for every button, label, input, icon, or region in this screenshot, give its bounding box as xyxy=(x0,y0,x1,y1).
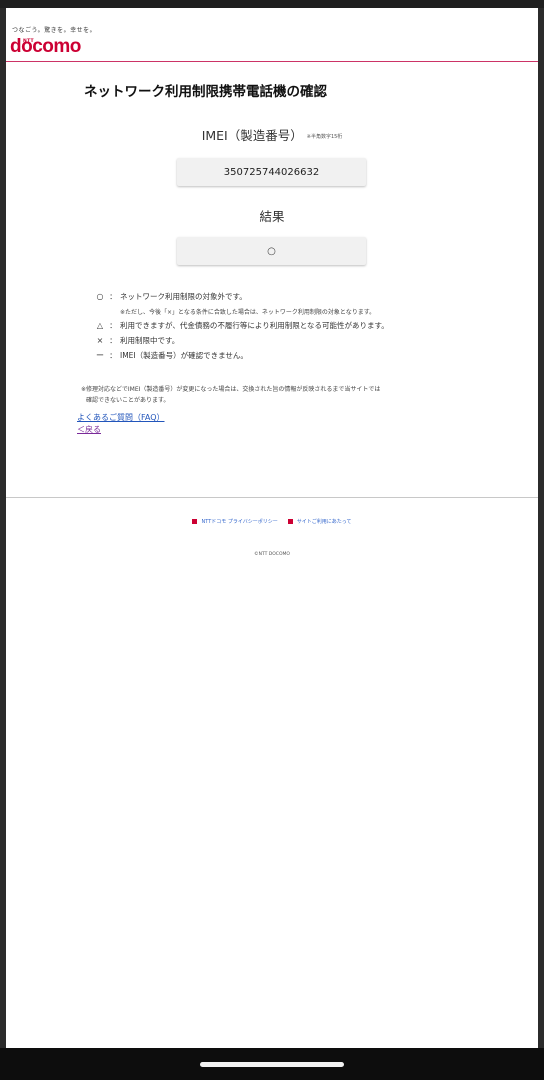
legend: ○ ： ネットワーク利用制限の対象外です。 ※ただし、今後「×」となる条件に合致… xyxy=(94,289,514,363)
site-usage-label: サイトご利用にあたって xyxy=(296,519,352,525)
footer-links: NTTドコモ プライバシーポリシー サイトご利用にあたって xyxy=(6,518,538,525)
imei-sub-label: ※半角数字15桁 xyxy=(306,134,343,140)
page-title: ネットワーク利用制限携帯電話機の確認 xyxy=(84,84,327,100)
disclaimer-line-2: 確認できないことがあります。 xyxy=(86,397,170,404)
dash-symbol: ー xyxy=(96,351,104,360)
docomo-logo[interactable]: docomo xyxy=(10,36,81,58)
site-usage-link[interactable]: サイトご利用にあたって xyxy=(287,518,352,525)
legend-colon: ： xyxy=(109,321,117,330)
imei-label-text: IMEI（製造番号） xyxy=(201,128,303,143)
privacy-policy-label: NTTドコモ プライバシーポリシー xyxy=(201,519,278,525)
legend-item-unknown: ー ： IMEI（製造番号）が確認できません。 xyxy=(94,348,514,363)
legend-colon: ： xyxy=(109,351,117,360)
copyright: ©NTT DOCOMO xyxy=(254,552,290,557)
cross-symbol: × xyxy=(96,336,104,345)
disclaimer-line-1: ※修理対応などでIMEI（製造番号）が変更になった場合は、交換された旨の情報が反… xyxy=(81,386,381,393)
site-header: つなごう。驚きを。幸せを。 NTT docomo xyxy=(6,8,538,62)
page: つなごう。驚きを。幸せを。 NTT docomo ネットワーク利用制限携帯電話機… xyxy=(6,8,538,1048)
footer-divider xyxy=(6,497,538,498)
legend-item-ok: ○ ： ネットワーク利用制限の対象外です。 xyxy=(94,289,514,304)
status-bar xyxy=(0,0,544,8)
back-link[interactable]: ＜戻る xyxy=(77,424,101,435)
privacy-policy-link[interactable]: NTTドコモ プライバシーポリシー xyxy=(192,518,278,525)
external-link-icon xyxy=(192,519,198,524)
circle-symbol: ○ xyxy=(96,292,104,301)
legend-colon: ： xyxy=(109,292,117,301)
home-indicator[interactable] xyxy=(200,1062,344,1067)
external-link-icon xyxy=(287,519,293,524)
triangle-symbol: △ xyxy=(96,321,104,330)
legend-text: 利用できますが、代金債務の不履行等により利用制限となる可能性があります。 xyxy=(120,321,389,330)
tagline: つなごう。驚きを。幸せを。 xyxy=(12,27,97,34)
legend-text: IMEI（製造番号）が確認できません。 xyxy=(120,351,248,360)
legend-item-warning: △ ： 利用できますが、代金債務の不履行等により利用制限となる可能性があります。 xyxy=(94,318,514,333)
imei-value-field[interactable]: 350725744026632 xyxy=(177,158,366,186)
imei-label: IMEI（製造番号） ※半角数字15桁 xyxy=(6,125,538,144)
disclaimer: ※修理対応などでIMEI（製造番号）が変更になった場合は、交換された旨の情報が反… xyxy=(81,384,501,406)
legend-note: ※ただし、今後「×」となる条件に合致した場合は、ネットワーク利用制限の対象となり… xyxy=(120,308,376,316)
legend-text: ネットワーク利用制限の対象外です。 xyxy=(120,292,247,301)
result-value-field: ○ xyxy=(177,237,366,265)
faq-link[interactable]: よくあるご質問（FAQ） xyxy=(77,412,165,423)
result-label: 結果 xyxy=(259,209,285,224)
legend-text: 利用制限中です。 xyxy=(120,336,180,345)
legend-colon: ： xyxy=(109,336,117,345)
legend-item-restricted: × ： 利用制限中です。 xyxy=(94,333,514,348)
